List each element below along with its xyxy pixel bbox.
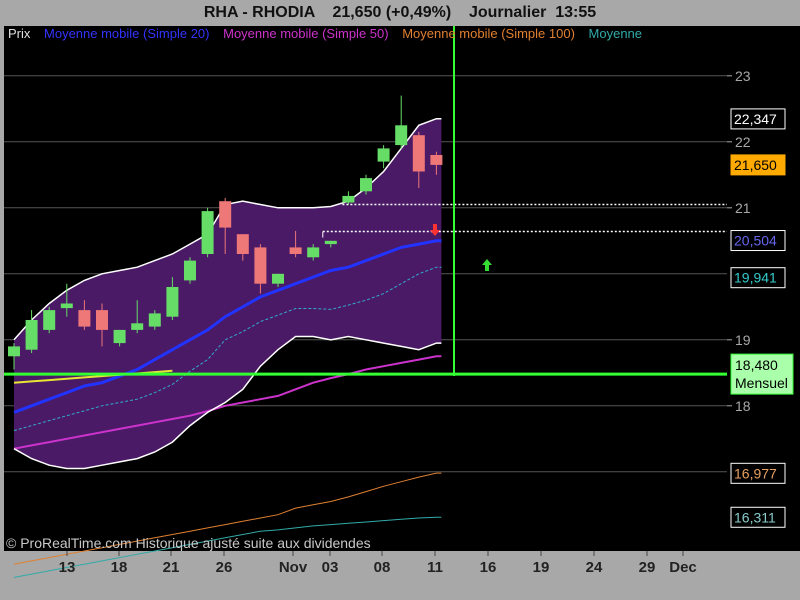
candle-body (60, 303, 73, 309)
x-tick-label: 16 (480, 559, 497, 576)
candle-body (78, 310, 91, 327)
x-tick-label: 24 (586, 559, 603, 576)
y-tick-label: 21 (735, 200, 751, 216)
price-tag-label: 16,977 (734, 465, 777, 481)
candle-body (148, 313, 161, 327)
candle-body (360, 178, 372, 192)
candle-body (377, 148, 390, 162)
level-tag-sublabel: Mensuel (735, 375, 788, 391)
candle-body (8, 346, 20, 357)
copyright: © ProRealTime.com Historique ajusté suit… (6, 535, 371, 551)
legend-item-sma20: Moyenne mobile (Simple 20) (44, 26, 210, 41)
candle-body (342, 195, 355, 203)
price-tag-label: 20,504 (734, 233, 777, 249)
candle-body (25, 320, 38, 350)
candle-body (219, 201, 232, 228)
candle-body (113, 329, 126, 344)
y-tick-label: 18 (735, 398, 751, 414)
chart-title: RHA - RHODIA 21,650 (+0,49%) Journalier … (0, 0, 800, 26)
x-tick-label: Nov (279, 559, 308, 576)
period: Journalier 13:55 (468, 4, 597, 21)
y-tick-label: 23 (735, 68, 751, 84)
candle-body (131, 323, 144, 330)
y-tick-label: 19 (735, 332, 751, 348)
candle-body (324, 240, 337, 245)
candle-body (307, 247, 320, 258)
x-tick-label: 21 (163, 559, 180, 576)
symbol: RHA - RHODIA (203, 4, 315, 21)
candle-body (254, 247, 267, 284)
x-tick-label: 13 (59, 559, 76, 576)
legend-item-sma50: Moyenne mobile (Simple 50) (223, 26, 389, 41)
x-axis: 13 18 21 26 Nov 03 08 11 16 19 24 29 Dec (59, 551, 697, 576)
candle-body (236, 234, 249, 254)
x-tick-label: 11 (427, 559, 443, 576)
x-tick-label: Dec (669, 559, 697, 576)
price-chart: 232221191822,34721,65020,50419,94118,707… (4, 26, 800, 578)
candle-body (272, 273, 284, 284)
legend-item-sma100: Moyenne mobile (Simple 100) (402, 26, 575, 41)
candle-body (395, 125, 408, 146)
x-tick-label: 29 (639, 559, 656, 576)
y-tick-label: 22 (735, 134, 751, 150)
x-tick-label: 19 (533, 559, 550, 576)
legend-item-sma200: Moyenne (588, 26, 643, 41)
candle-body (430, 155, 443, 165)
x-tick-label: 26 (216, 559, 233, 576)
candle-body (201, 211, 214, 254)
candle-body (184, 260, 196, 281)
x-tick-label: 08 (374, 559, 391, 576)
x-tick-label: 18 (111, 559, 128, 576)
price-tag-label: 19,941 (734, 270, 777, 286)
legend-item-price: Prix (8, 26, 31, 41)
candle-body (412, 135, 425, 172)
candle-body (166, 287, 179, 317)
level-tag-value: 18,480 (735, 357, 778, 373)
candle-body (96, 310, 108, 330)
candle-body (43, 310, 56, 330)
legend: Prix Moyenne mobile (Simple 20) Moyenne … (8, 24, 726, 44)
price-tag-label: 16,311 (734, 509, 776, 525)
x-tick-label: 03 (322, 559, 339, 576)
candle-body (289, 247, 302, 254)
price-change: 21,650 (+0,49%) (332, 4, 452, 21)
price-tag-label: 21,650 (734, 157, 777, 173)
price-tag-label: 22,347 (734, 111, 777, 127)
